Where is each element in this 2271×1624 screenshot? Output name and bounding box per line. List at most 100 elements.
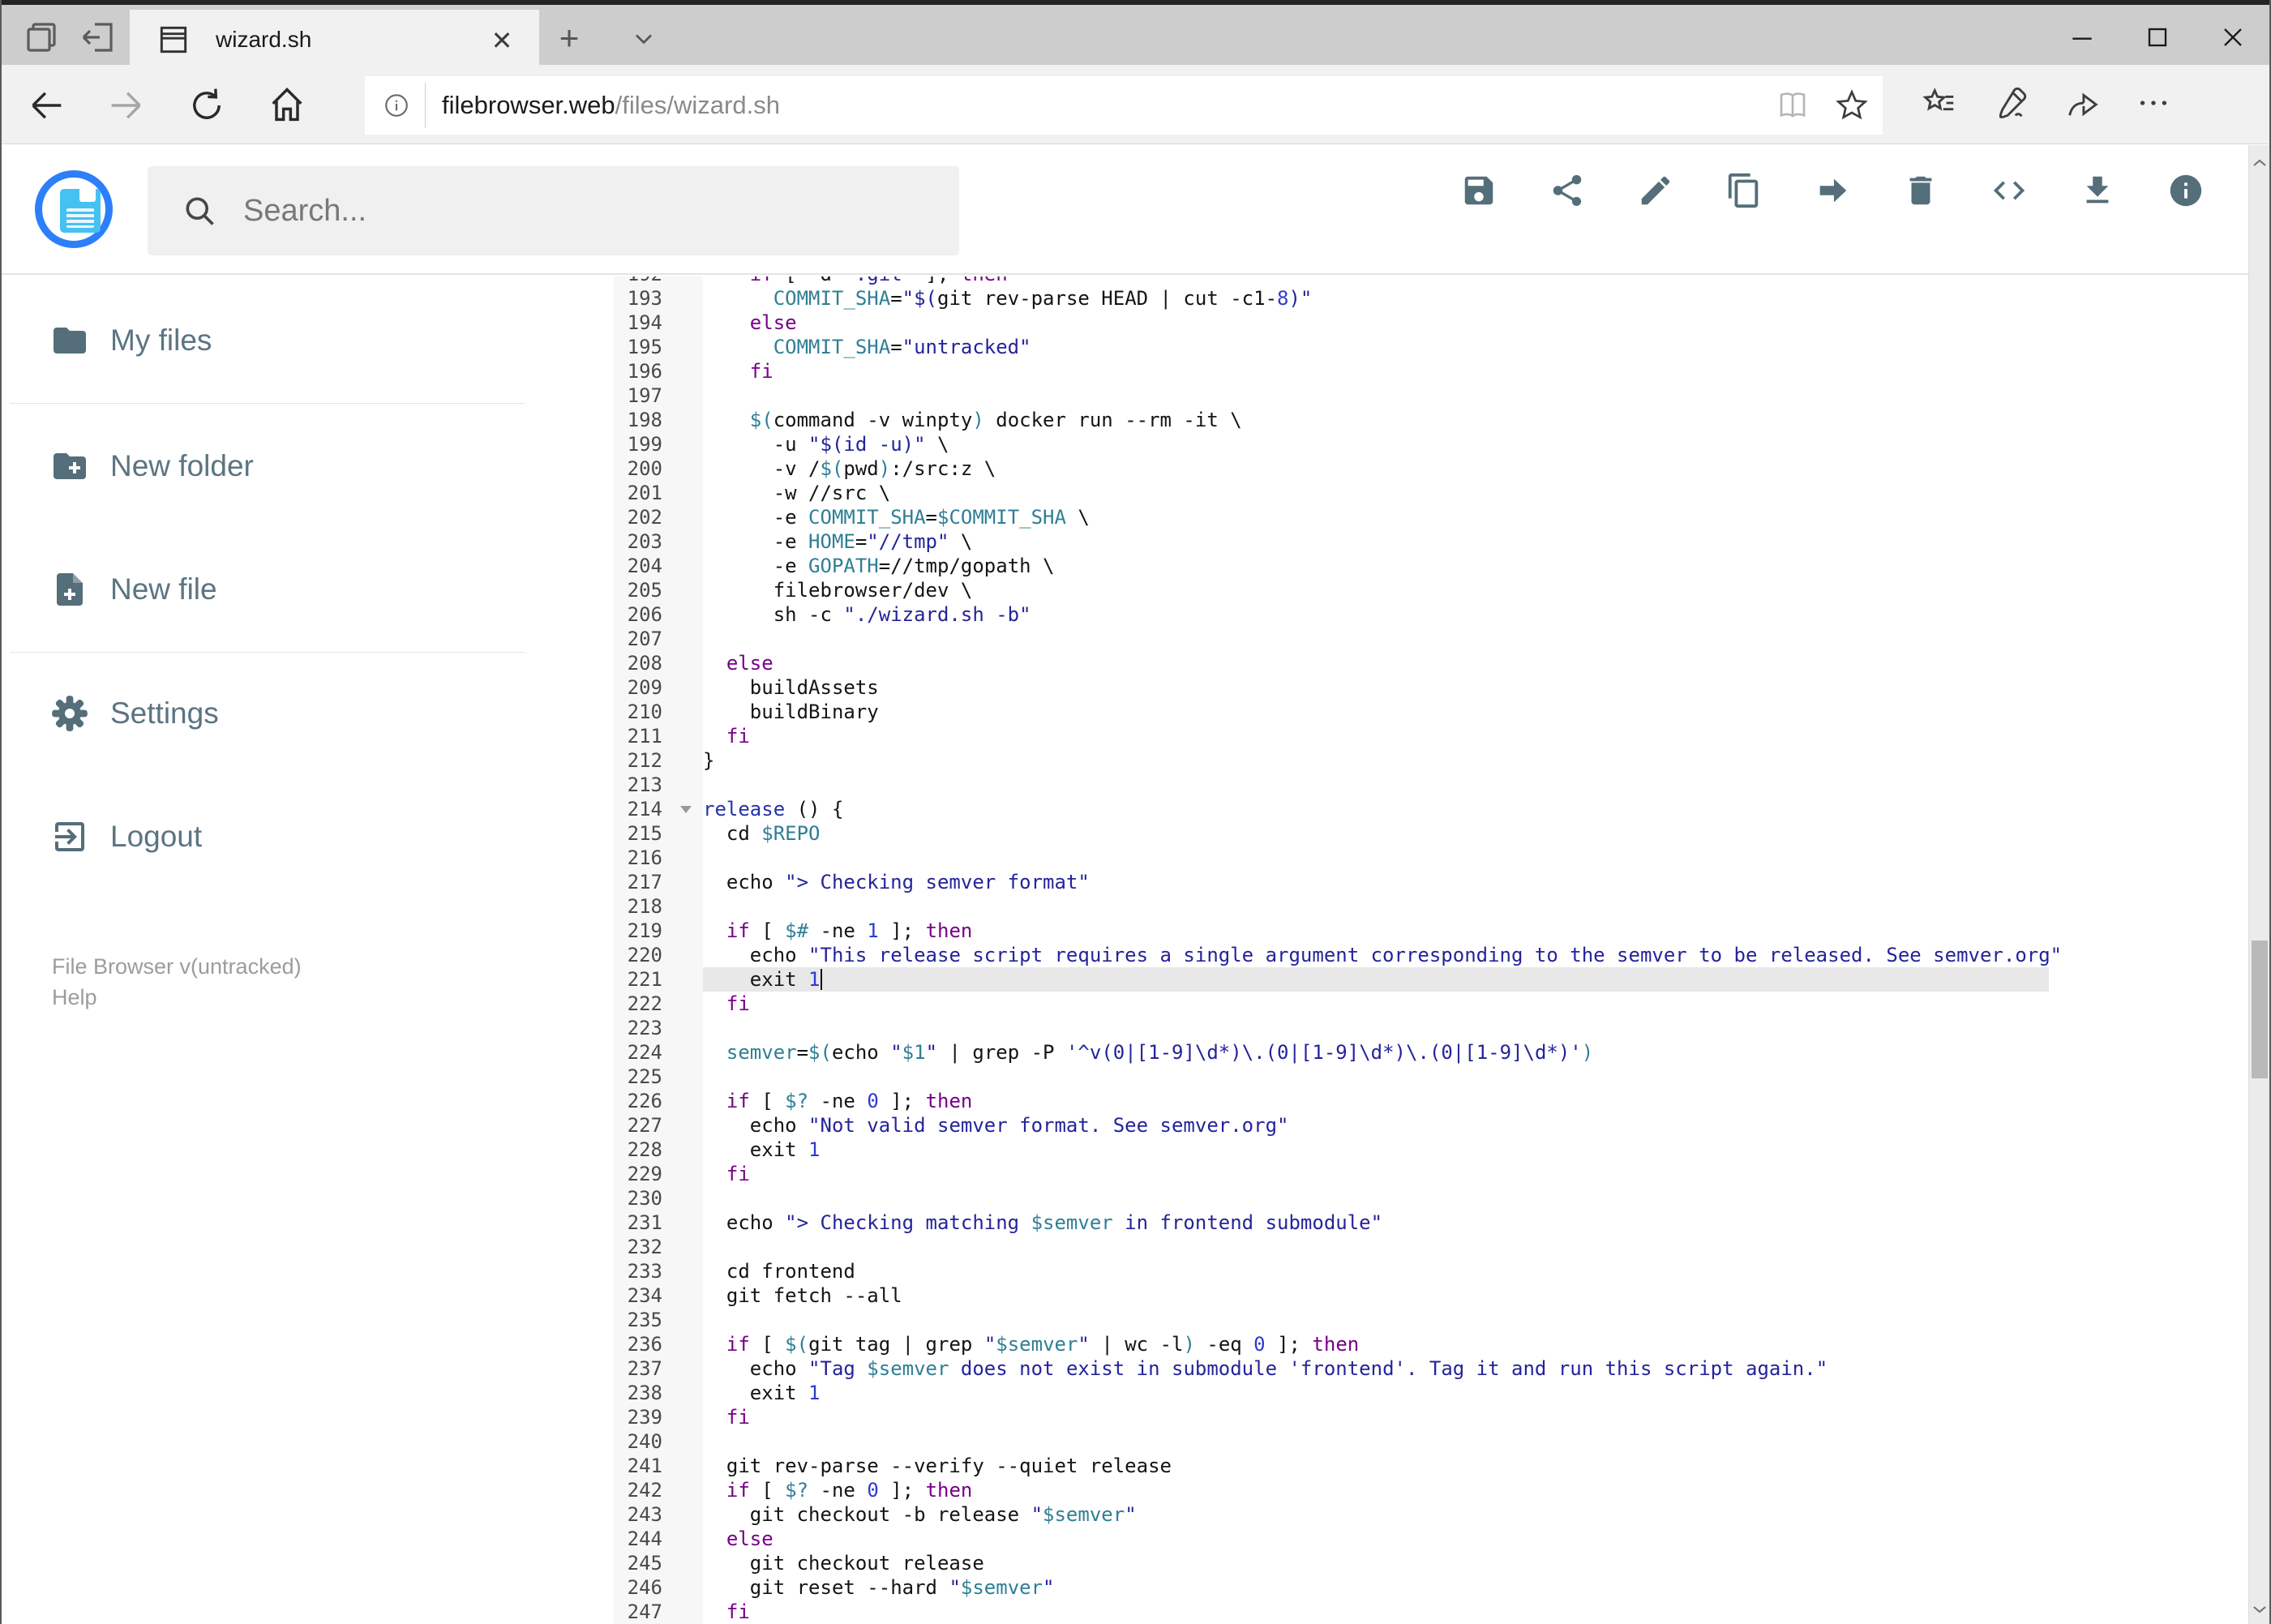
code-line[interactable] (703, 1016, 2049, 1040)
site-info-icon[interactable] (383, 92, 410, 119)
close-tab-icon[interactable]: ✕ (487, 26, 516, 55)
search-input[interactable]: Search... (148, 166, 959, 255)
code-line[interactable]: sh -c "./wizard.sh -b" (703, 602, 2049, 627)
code-line[interactable]: fi (703, 724, 2049, 748)
download-button[interactable] (2079, 172, 2116, 209)
forward-icon[interactable] (105, 84, 147, 126)
code-line[interactable]: } (703, 748, 2049, 773)
set-tabs-aside-icon[interactable] (79, 18, 118, 57)
code-line[interactable]: -e HOME="//tmp" \ (703, 529, 2049, 554)
code-line[interactable]: if [ $? -ne 0 ]; then (703, 1089, 2049, 1113)
code-line[interactable]: else (703, 1527, 2049, 1551)
code-line[interactable]: git fetch --all (703, 1283, 2049, 1308)
scroll-down-icon[interactable] (2250, 1600, 2269, 1619)
tab-preview-icon[interactable] (22, 18, 61, 57)
more-icon[interactable] (2135, 84, 2172, 122)
code-line[interactable]: git checkout release (703, 1551, 2049, 1575)
code-line[interactable]: echo "Tag $semver does not exist in subm… (703, 1356, 2049, 1381)
code-line[interactable]: exit 1 (703, 1381, 2049, 1405)
code-line[interactable]: if [ $(git tag | grep "$semver" | wc -l)… (703, 1332, 2049, 1356)
code-line[interactable]: $(command -v winpty) docker run --rm -it… (703, 408, 2049, 432)
code-line[interactable] (703, 1429, 2049, 1454)
code-content[interactable]: if [ -d ".git" ]; thenCOMMIT_SHA="$(git … (703, 276, 2062, 1624)
code-line[interactable]: fi (703, 992, 2049, 1016)
code-line[interactable]: if [ $# -ne 1 ]; then (703, 919, 2049, 943)
sidebar-item-new-folder[interactable]: New folder (2, 427, 569, 505)
code-editor[interactable]: 1921931941951961971981992002012022032042… (614, 276, 2250, 1624)
code-line[interactable] (703, 1308, 2049, 1332)
help-link[interactable]: Help (52, 985, 97, 1010)
hub-icon[interactable] (1921, 84, 1958, 122)
code-line[interactable]: git reset --hard "$semver" (703, 1575, 2049, 1600)
share-button[interactable] (1549, 172, 1586, 209)
url-text[interactable]: filebrowser.web/files/wizard.sh (442, 91, 780, 120)
scrollbar-thumb[interactable] (2252, 941, 2268, 1078)
code-line[interactable]: buildAssets (703, 675, 2049, 700)
share-icon[interactable] (2063, 84, 2101, 122)
close-window-button[interactable] (2196, 15, 2269, 60)
address-bar[interactable]: filebrowser.web/files/wizard.sh (365, 76, 1883, 135)
code-line[interactable] (703, 627, 2049, 651)
delete-button[interactable] (1902, 172, 1939, 209)
code-line[interactable]: buildBinary (703, 700, 2049, 724)
code-line[interactable]: filebrowser/dev \ (703, 578, 2049, 602)
code-line[interactable]: semver=$(echo "$1" | grep -P '^v(0|[1-9]… (703, 1040, 2049, 1065)
maximize-button[interactable] (2121, 15, 2194, 60)
move-button[interactable] (1814, 172, 1851, 209)
code-line[interactable]: cd frontend (703, 1259, 2049, 1283)
active-tab[interactable]: wizard.sh ✕ (130, 10, 539, 70)
code-line[interactable]: echo "> Checking matching $semver in fro… (703, 1211, 2049, 1235)
code-line[interactable] (703, 773, 2049, 797)
code-line[interactable]: echo "This release script requires a sin… (703, 943, 2062, 967)
code-line[interactable]: exit 1 (703, 967, 2049, 992)
code-line[interactable]: cd $REPO (703, 821, 2049, 846)
code-line[interactable]: -w //src \ (703, 481, 2049, 505)
code-line[interactable] (703, 1235, 2049, 1259)
code-line[interactable]: else (703, 311, 2049, 335)
code-line[interactable] (703, 894, 2049, 919)
fold-arrow-icon[interactable] (680, 806, 692, 813)
code-line[interactable]: git rev-parse --verify --quiet release (703, 1454, 2049, 1478)
sidebar-item-new-file[interactable]: New file (2, 551, 569, 628)
code-line[interactable]: fi (703, 1405, 2049, 1429)
annotate-pen-icon[interactable] (1992, 84, 2029, 122)
code-line[interactable]: -u "$(id -u)" \ (703, 432, 2049, 456)
sidebar-item-my-files[interactable]: My files (2, 302, 569, 379)
sidebar-item-logout[interactable]: Logout (2, 798, 569, 876)
scroll-up-icon[interactable] (2250, 153, 2269, 173)
code-line[interactable]: COMMIT_SHA="untracked" (703, 335, 2049, 359)
code-line[interactable]: fi (703, 1600, 2049, 1624)
vertical-scrollbar[interactable] (2248, 145, 2269, 1624)
code-line[interactable]: exit 1 (703, 1138, 2049, 1162)
code-line[interactable]: fi (703, 1162, 2049, 1186)
code-line[interactable] (703, 846, 2049, 870)
code-line[interactable]: git checkout -b release "$semver" (703, 1502, 2049, 1527)
copy-button[interactable] (1725, 172, 1763, 209)
code-line[interactable] (703, 1065, 2049, 1089)
code-line[interactable]: if [ -d ".git" ]; then (703, 276, 2049, 286)
code-line[interactable]: else (703, 651, 2049, 675)
code-line[interactable]: release () { (703, 797, 2049, 821)
code-line[interactable]: -v /$(pwd):/src:z \ (703, 456, 2049, 481)
code-line[interactable]: -e COMMIT_SHA=$COMMIT_SHA \ (703, 505, 2049, 529)
save-button[interactable] (1460, 172, 1498, 209)
code-line[interactable]: if [ $? -ne 0 ]; then (703, 1478, 2049, 1502)
code-line[interactable]: -e GOPATH=//tmp/gopath \ (703, 554, 2049, 578)
new-tab-icon[interactable]: + (551, 21, 587, 55)
code-line[interactable]: echo "> Checking semver format" (703, 870, 2049, 894)
tab-list-chevron-icon[interactable] (624, 24, 663, 54)
code-line[interactable] (703, 1186, 2049, 1211)
reading-view-icon[interactable] (1776, 88, 1810, 122)
code-line[interactable] (703, 384, 2049, 408)
code-button[interactable] (1990, 172, 2028, 209)
home-icon[interactable] (266, 84, 308, 126)
sidebar-item-settings[interactable]: Settings (2, 675, 569, 752)
minimize-button[interactable] (2046, 15, 2119, 60)
back-icon[interactable] (26, 84, 68, 126)
refresh-icon[interactable] (186, 84, 228, 126)
code-line[interactable]: fi (703, 359, 2049, 384)
filebrowser-logo[interactable] (35, 170, 113, 248)
favorite-star-icon[interactable] (1834, 88, 1870, 123)
code-line[interactable]: COMMIT_SHA="$(git rev-parse HEAD | cut -… (703, 286, 2049, 311)
code-line[interactable]: echo "Not valid semver format. See semve… (703, 1113, 2049, 1138)
